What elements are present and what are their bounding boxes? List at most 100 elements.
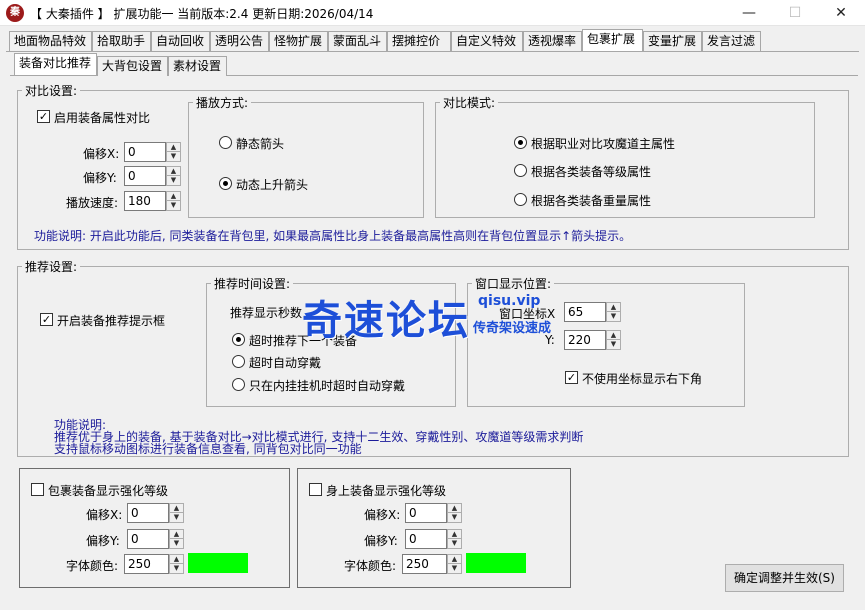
spin-down-icon[interactable]: ▼ (448, 513, 461, 522)
spin-down-icon[interactable]: ▼ (170, 513, 183, 522)
compare-offset-y-spinner[interactable]: ▲ ▼ (166, 166, 181, 186)
spin-up-icon[interactable]: ▲ (607, 303, 620, 312)
bag-offset-y-input[interactable]: 0 (127, 529, 169, 549)
watermark-url: qisu.vip (478, 293, 541, 309)
spin-up-icon[interactable]: ▲ (170, 530, 183, 539)
enable-compare-checkbox[interactable]: ✓ (37, 110, 50, 123)
tab-announcement[interactable]: 透明公告 (210, 31, 269, 51)
enable-recommend-checkbox[interactable]: ✓ (40, 313, 53, 326)
window-pos-x-spinner[interactable]: ▲ ▼ (606, 302, 621, 322)
watermark-logo: 奇速论坛 (302, 298, 470, 344)
recommend-auto-wear-label: 超时自动穿戴 (249, 356, 322, 370)
tab-chat-filter[interactable]: 发言过滤 (702, 31, 761, 51)
spin-down-icon[interactable]: ▼ (448, 564, 461, 573)
body-offset-x-label: 偏移X: (364, 508, 401, 522)
tab-stall-price[interactable]: 摆摊控价 (387, 31, 451, 51)
recommend-hang-wear-radio[interactable] (232, 378, 245, 391)
enable-compare-label: 启用装备属性对比 (54, 111, 151, 125)
subtab-equip-compare[interactable]: 装备对比推荐 (14, 53, 97, 75)
bag-offset-x-spinner[interactable]: ▲ ▼ (169, 503, 184, 523)
recommend-time-legend: 推荐时间设置: (211, 275, 294, 292)
spin-up-icon[interactable]: ▲ (607, 331, 620, 340)
enable-recommend-label: 开启装备推荐提示框 (57, 314, 166, 328)
play-mode-legend: 播放方式: (193, 94, 252, 111)
body-font-color-swatch[interactable] (466, 553, 526, 573)
compare-mode-level-radio[interactable] (514, 164, 527, 177)
compare-mode-legend: 对比模式: (440, 94, 499, 111)
play-mode-dynamic-radio[interactable] (219, 177, 232, 190)
bag-strength-checkbox[interactable] (31, 483, 44, 496)
recommend-hang-wear-label: 只在内挂挂机时超时自动穿戴 (249, 379, 406, 393)
spin-up-icon[interactable]: ▲ (167, 167, 180, 176)
spin-down-icon[interactable]: ▼ (167, 201, 180, 210)
spin-up-icon[interactable]: ▲ (167, 192, 180, 201)
body-strength-checkbox[interactable] (309, 483, 322, 496)
spin-up-icon[interactable]: ▲ (167, 143, 180, 152)
tab-custom-effect[interactable]: 自定义特效 (451, 31, 523, 51)
body-font-color-input[interactable]: 250 (402, 554, 447, 574)
window-pos-x-input[interactable]: 65 (564, 302, 606, 322)
maximize-button[interactable]: ☐ (772, 0, 818, 26)
compare-offset-y-input[interactable]: 0 (124, 166, 166, 186)
spin-up-icon[interactable]: ▲ (448, 555, 461, 564)
spin-up-icon[interactable]: ▲ (170, 504, 183, 513)
body-font-color-label: 字体颜色: (344, 559, 397, 573)
recommend-next-radio[interactable] (232, 333, 245, 346)
play-speed-spinner[interactable]: ▲ ▼ (166, 191, 181, 211)
tab-masked-fight[interactable]: 蒙面乱斗 (328, 31, 387, 51)
play-speed-input[interactable]: 180 (124, 191, 166, 211)
tab-monster[interactable]: 怪物扩展 (269, 31, 328, 51)
body-offset-x-input[interactable]: 0 (405, 503, 447, 523)
window-pos-y-spinner[interactable]: ▲ ▼ (606, 330, 621, 350)
bottom-right-checkbox[interactable]: ✓ (565, 371, 578, 384)
spin-down-icon[interactable]: ▼ (170, 539, 183, 548)
spin-down-icon[interactable]: ▼ (607, 340, 620, 349)
tab-variable[interactable]: 变量扩展 (643, 31, 702, 51)
recommend-description-line2: 支持鼠标移动图标进行装备信息查看, 同背包对比同一功能 (54, 442, 362, 456)
recommend-seconds-label: 推荐显示秒数 (230, 306, 303, 320)
spin-down-icon[interactable]: ▼ (448, 539, 461, 548)
tab-drop-rate[interactable]: 透视爆率 (523, 31, 582, 51)
body-offset-x-spinner[interactable]: ▲ ▼ (447, 503, 462, 523)
body-strength-label: 身上装备显示强化等级 (326, 484, 447, 498)
bag-font-color-input[interactable]: 250 (124, 554, 169, 574)
spin-down-icon[interactable]: ▼ (167, 176, 180, 185)
window-position-legend: 窗口显示位置: (472, 275, 555, 292)
body-offset-y-input[interactable]: 0 (405, 529, 447, 549)
tab-bag-extension[interactable]: 包裹扩展 (582, 29, 643, 51)
minimize-button[interactable]: — (726, 0, 772, 26)
bag-font-color-spinner[interactable]: ▲ ▼ (169, 554, 184, 574)
body-offset-y-spinner[interactable]: ▲ ▼ (447, 529, 462, 549)
close-button[interactable]: ✕ (818, 0, 864, 26)
spin-up-icon[interactable]: ▲ (170, 555, 183, 564)
bag-offset-x-input[interactable]: 0 (127, 503, 169, 523)
spin-up-icon[interactable]: ▲ (448, 530, 461, 539)
tab-ground-items[interactable]: 地面物品特效 (9, 31, 92, 51)
bag-offset-y-spinner[interactable]: ▲ ▼ (169, 529, 184, 549)
recommend-auto-wear-radio[interactable] (232, 355, 245, 368)
spin-down-icon[interactable]: ▼ (167, 152, 180, 161)
compare-mode-level-label: 根据各类装备等级属性 (531, 165, 652, 179)
play-mode-static-radio[interactable] (219, 136, 232, 149)
compare-offset-x-spinner[interactable]: ▲ ▼ (166, 142, 181, 162)
window-pos-y-input[interactable]: 220 (564, 330, 606, 350)
compare-offset-x-label: 偏移X: (83, 147, 120, 161)
apply-button[interactable]: 确定调整并生效(S) (725, 564, 844, 592)
subtab-big-bag[interactable]: 大背包设置 (97, 56, 168, 76)
spin-down-icon[interactable]: ▼ (170, 564, 183, 573)
compare-mode-weight-radio[interactable] (514, 193, 527, 206)
play-mode-group (188, 102, 424, 218)
play-mode-dynamic-label: 动态上升箭头 (236, 178, 309, 192)
window-title: 【 大秦插件 】 扩展功能一 当前版本:2.4 更新日期:2026/04/14 (30, 7, 374, 21)
tab-pickup[interactable]: 拾取助手 (92, 31, 151, 51)
bag-font-color-swatch[interactable] (188, 553, 248, 573)
body-font-color-spinner[interactable]: ▲ ▼ (447, 554, 462, 574)
bag-offset-y-label: 偏移Y: (86, 534, 120, 548)
compare-mode-class-radio[interactable] (514, 136, 527, 149)
tab-auto-recycle[interactable]: 自动回收 (151, 31, 210, 51)
compare-offset-x-input[interactable]: 0 (124, 142, 166, 162)
subtab-material[interactable]: 素材设置 (168, 56, 227, 76)
spin-up-icon[interactable]: ▲ (448, 504, 461, 513)
app-logo-icon: 秦 (6, 4, 24, 22)
spin-down-icon[interactable]: ▼ (607, 312, 620, 321)
